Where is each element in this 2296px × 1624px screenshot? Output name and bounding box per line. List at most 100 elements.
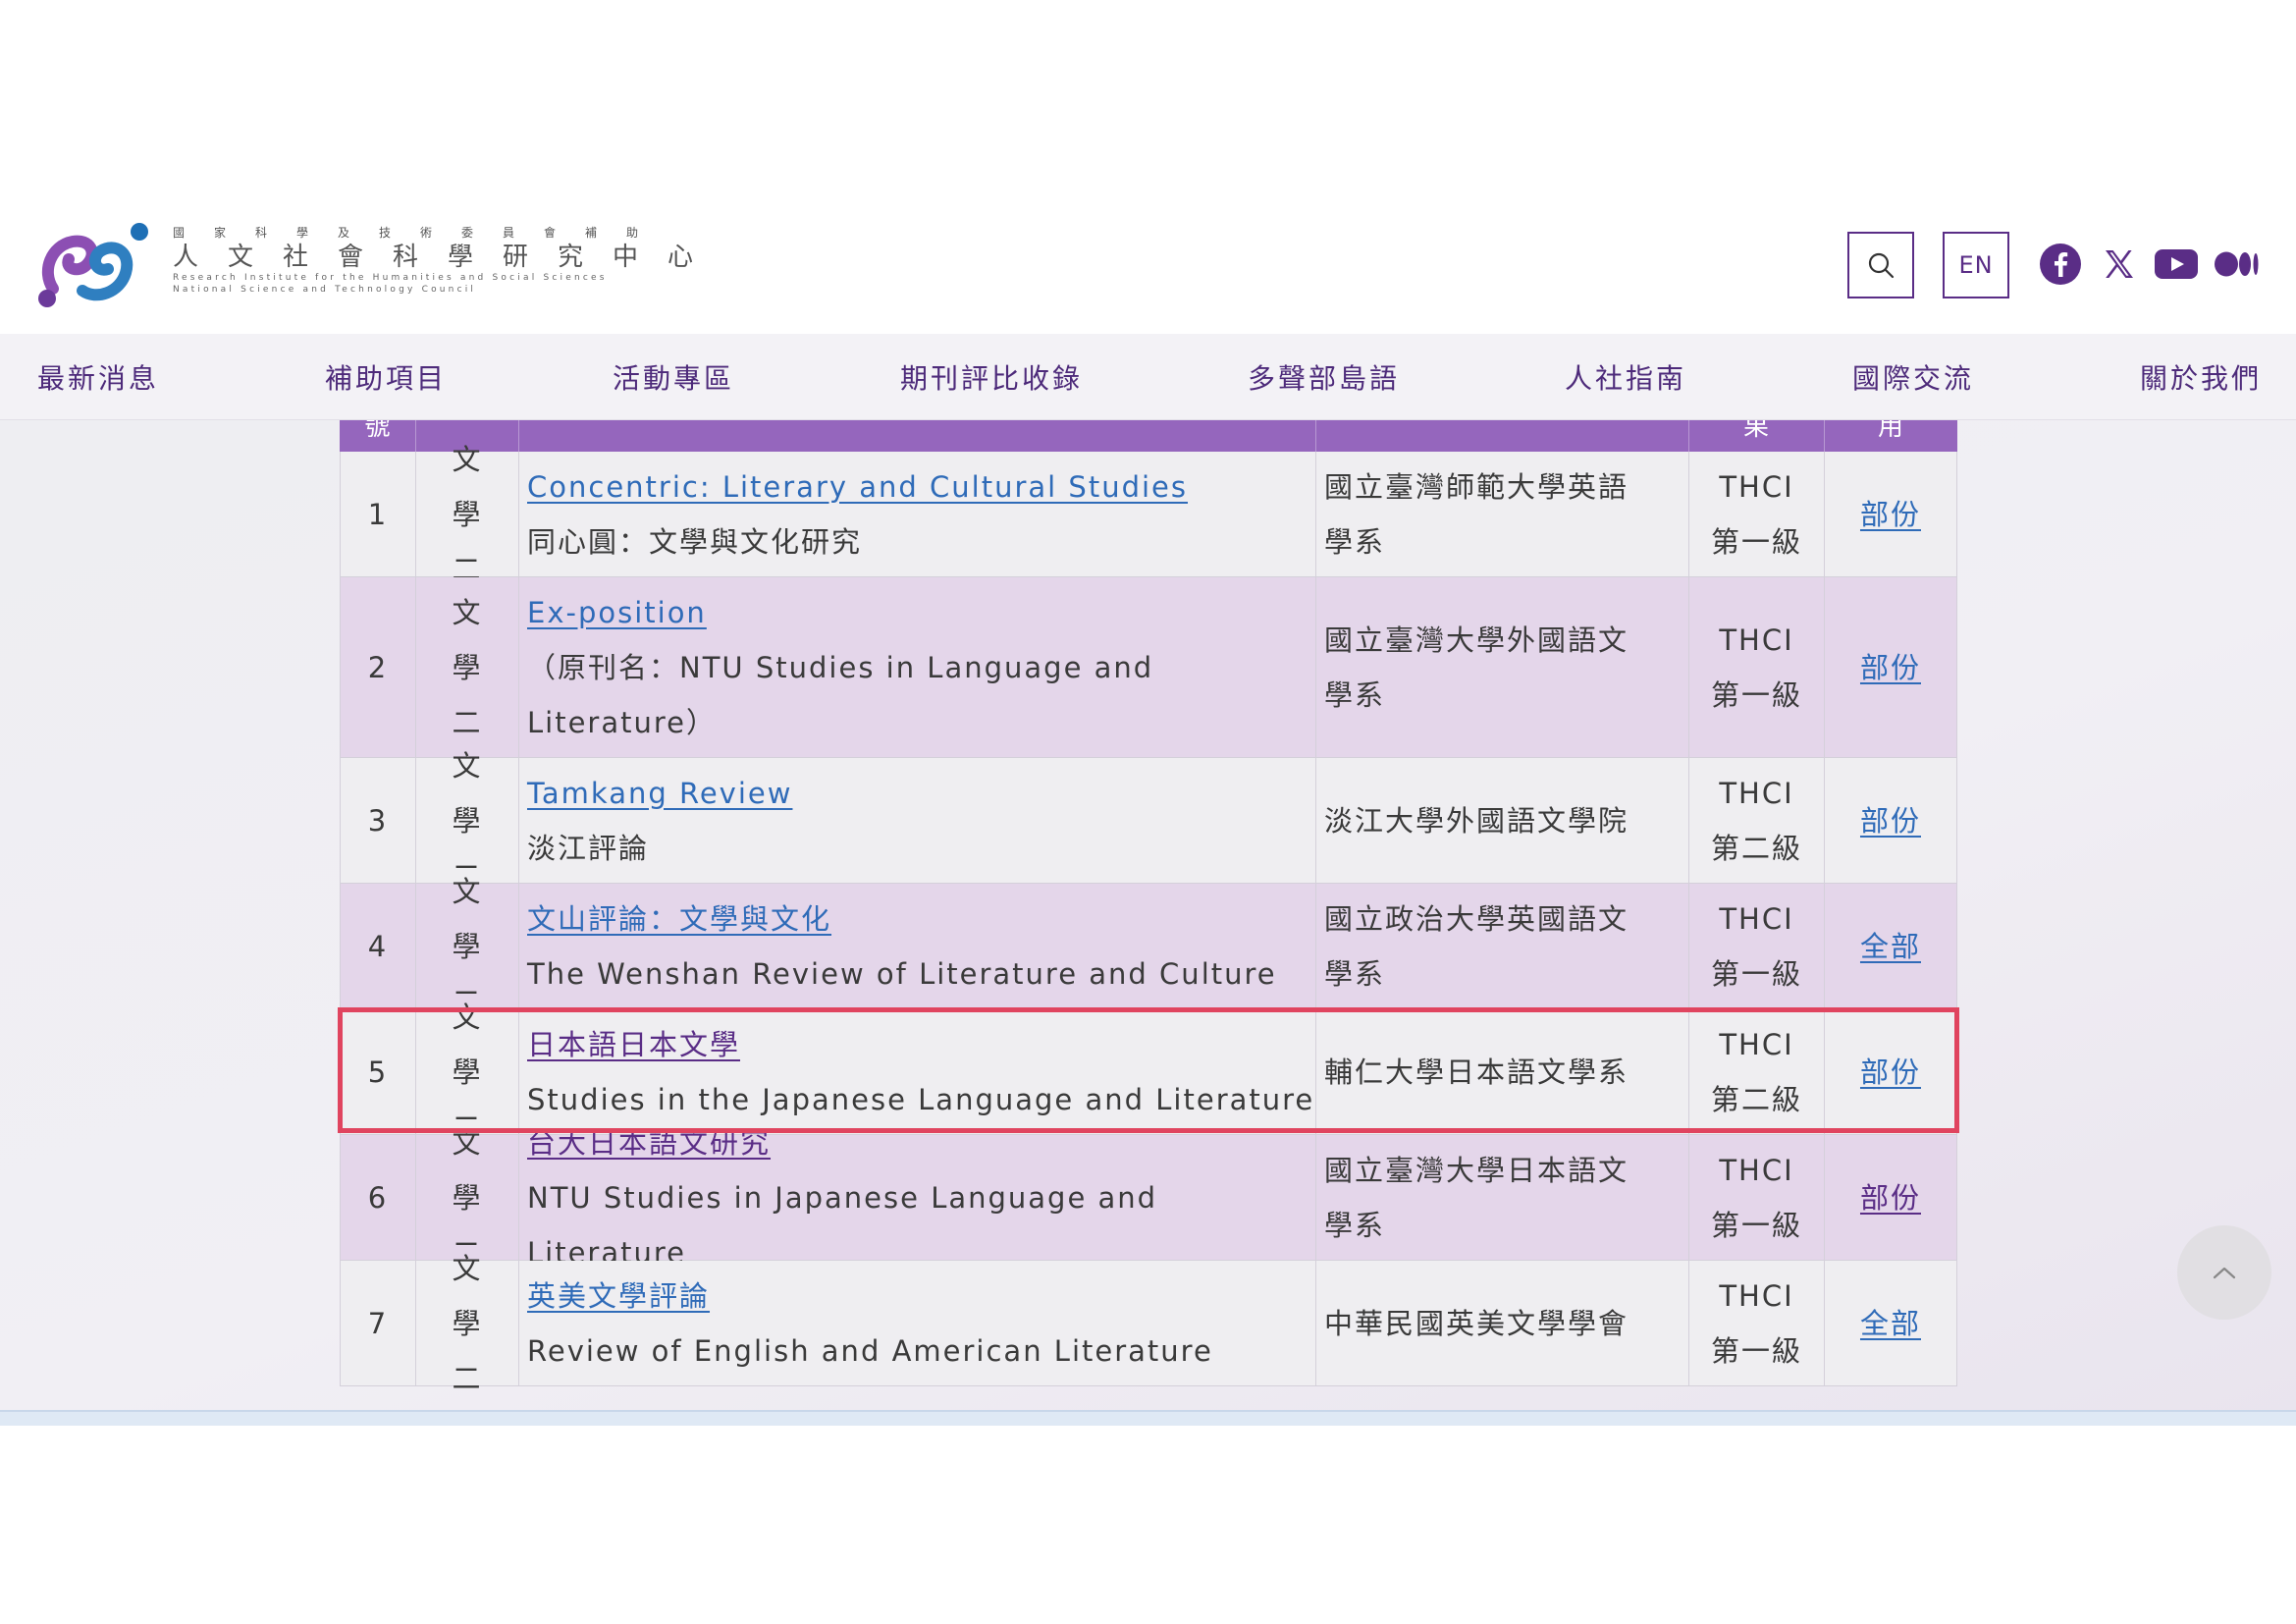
- journal-title-link[interactable]: 文山評論：文學與文化: [527, 892, 831, 947]
- journal-subtitle: （原刊名：NTU Studies in Language and Literat…: [527, 650, 1154, 739]
- journal-subtitle: 淡江評論: [527, 831, 650, 865]
- row-open-access: 部份: [1824, 1009, 1957, 1134]
- journal-title-link[interactable]: Ex-position: [527, 585, 707, 640]
- header-cell-level: 果: [1688, 420, 1825, 452]
- journal-subtitle: The Wenshan Review of Literature and Cul…: [527, 956, 1277, 991]
- row-organization: 國立臺灣大學日本語文學系: [1315, 1135, 1688, 1260]
- row-organization: 國立臺灣大學外國語文學系: [1315, 577, 1688, 757]
- nav-item-journal-evaluation[interactable]: 期刊評比收錄: [900, 357, 1083, 397]
- header-cell-no: 號: [340, 420, 416, 452]
- organization-text: 國立臺灣大學外國語文學系: [1324, 623, 1629, 712]
- row-open-access: 部份: [1824, 1135, 1957, 1260]
- level-grade: 第二級: [1710, 831, 1802, 865]
- row-number: 4: [340, 884, 415, 1008]
- table-row: 2 文學二 Ex-position （原刊名：NTU Studies in La…: [340, 577, 1957, 758]
- journal-subtitle: 同心圓：文學與文化研究: [527, 524, 863, 559]
- open-access-link[interactable]: 部份: [1860, 793, 1921, 848]
- header-text: 用: [1877, 420, 1903, 442]
- row-organization: 淡江大學外國語文學院: [1315, 758, 1688, 883]
- header-text: 果: [1742, 420, 1769, 442]
- level-index: THCI: [1719, 1278, 1794, 1313]
- row-journal-name: Ex-position （原刊名：NTU Studies in Language…: [518, 577, 1315, 757]
- nav-item-grants[interactable]: 補助項目: [325, 357, 447, 397]
- level-grade: 第二級: [1710, 1082, 1802, 1116]
- nav-item-events[interactable]: 活動專區: [613, 357, 734, 397]
- chevron-up-icon: [2213, 1267, 2236, 1279]
- nav-item-about[interactable]: 關於我們: [2140, 357, 2262, 397]
- nav-item-polyphonic-islands[interactable]: 多聲部島語: [1248, 357, 1400, 397]
- facebook-icon: [2040, 244, 2081, 285]
- table-row: 1 文學二 Concentric: Literary and Cultural …: [340, 443, 1957, 586]
- medium-link[interactable]: [2215, 242, 2260, 287]
- back-to-top-button[interactable]: [2177, 1225, 2271, 1320]
- row-organization: 中華民國英美文學學會: [1315, 1261, 1688, 1385]
- nav-item-news[interactable]: 最新消息: [37, 357, 159, 397]
- open-access-link[interactable]: 部份: [1860, 640, 1921, 695]
- row-open-access: 部份: [1824, 452, 1957, 576]
- table-row: 7 文學二 英美文學評論 Review of English and Ameri…: [340, 1252, 1957, 1395]
- row-open-access: 部份: [1824, 577, 1957, 757]
- open-access-link[interactable]: 部份: [1860, 1170, 1921, 1225]
- table-row: 4 文學二 文山評論：文學與文化 The Wenshan Review of L…: [340, 875, 1957, 1018]
- organization-text: 輔仁大學日本語文學系: [1324, 1055, 1629, 1089]
- organization-text: 中華民國英美文學學會: [1324, 1306, 1629, 1340]
- journal-title-link[interactable]: 日本語日本文學: [527, 1017, 740, 1072]
- youtube-link[interactable]: [2154, 242, 2199, 287]
- open-access-link[interactable]: 全部: [1860, 1296, 1921, 1351]
- journal-title-link[interactable]: 台大日本語文研究: [527, 1115, 771, 1170]
- medium-icon: [2215, 251, 2259, 277]
- logo-line-2: 人文社會科學研究中心: [173, 243, 723, 272]
- open-access-link[interactable]: 全部: [1860, 919, 1921, 974]
- organization-text: 國立政治大學英國語文學系: [1324, 901, 1629, 991]
- level-index: THCI: [1719, 776, 1794, 810]
- nav-item-guide[interactable]: 人社指南: [1565, 357, 1686, 397]
- search-icon: [1868, 252, 1895, 279]
- open-access-link[interactable]: 部份: [1860, 487, 1921, 542]
- institute-logo-text: 國家科學及技術委員會補助 人文社會科學研究中心 Research Institu…: [173, 224, 723, 296]
- table-row: 6 文學二 台大日本語文研究 NTU Studies in Japanese L…: [340, 1126, 1957, 1270]
- level-grade: 第一級: [1710, 677, 1802, 712]
- institute-logo-icon[interactable]: [35, 220, 153, 310]
- row-number: 3: [340, 758, 415, 883]
- table-header: 號 果 用: [340, 420, 1957, 452]
- journal-title-link[interactable]: 英美文學評論: [527, 1269, 710, 1324]
- row-field: 文學二: [415, 577, 518, 757]
- header-cell-name: [518, 420, 1316, 452]
- organization-text: 淡江大學外國語文學院: [1324, 803, 1629, 838]
- x-link[interactable]: [2097, 242, 2142, 287]
- row-journal-name: 文山評論：文學與文化 The Wenshan Review of Literat…: [518, 884, 1315, 1008]
- level-grade: 第一級: [1710, 524, 1802, 559]
- row-number: 7: [340, 1261, 415, 1385]
- search-button[interactable]: [1847, 232, 1914, 298]
- bottom-strip: [0, 1410, 2296, 1426]
- row-journal-name: Tamkang Review 淡江評論: [518, 758, 1315, 883]
- journal-title-link[interactable]: Concentric: Literary and Cultural Studie…: [527, 460, 1188, 514]
- row-level: THCI 第二級: [1688, 1009, 1824, 1134]
- facebook-link[interactable]: [2038, 242, 2083, 287]
- header-text: 號: [364, 420, 391, 442]
- row-field-text: 文學二: [452, 1251, 483, 1395]
- level-index: THCI: [1719, 1153, 1794, 1187]
- youtube-icon: [2155, 249, 2198, 279]
- open-access-link[interactable]: 部份: [1860, 1045, 1921, 1100]
- row-level: THCI 第一級: [1688, 577, 1824, 757]
- row-open-access: 部份: [1824, 758, 1957, 883]
- row-journal-name: Concentric: Literary and Cultural Studie…: [518, 452, 1315, 576]
- row-number: 2: [340, 577, 415, 757]
- row-level: THCI 第一級: [1688, 884, 1824, 1008]
- row-level: THCI 第一級: [1688, 1135, 1824, 1260]
- level-grade: 第一級: [1710, 1333, 1802, 1368]
- level-index: THCI: [1719, 901, 1794, 936]
- level-index: THCI: [1719, 1027, 1794, 1061]
- row-field-text: 文學二: [452, 595, 483, 739]
- main-nav: 最新消息 補助項目 活動專區 期刊評比收錄 多聲部島語 人社指南 國際交流 關於…: [0, 334, 2296, 420]
- level-grade: 第一級: [1710, 956, 1802, 991]
- journal-title-link[interactable]: Tamkang Review: [527, 766, 792, 821]
- language-button[interactable]: EN: [1943, 232, 2009, 298]
- nav-item-international[interactable]: 國際交流: [1852, 357, 1974, 397]
- row-level: THCI 第二級: [1688, 758, 1824, 883]
- table-row: 3 文學二 Tamkang Review 淡江評論 淡江大學外國語文學院 THC…: [340, 749, 1957, 893]
- browser-viewport: 國家科學及技術委員會補助 人文社會科學研究中心 Research Institu…: [0, 196, 2296, 1426]
- row-journal-name: 英美文學評論 Review of English and American Li…: [518, 1261, 1315, 1385]
- x-icon: [2106, 250, 2133, 278]
